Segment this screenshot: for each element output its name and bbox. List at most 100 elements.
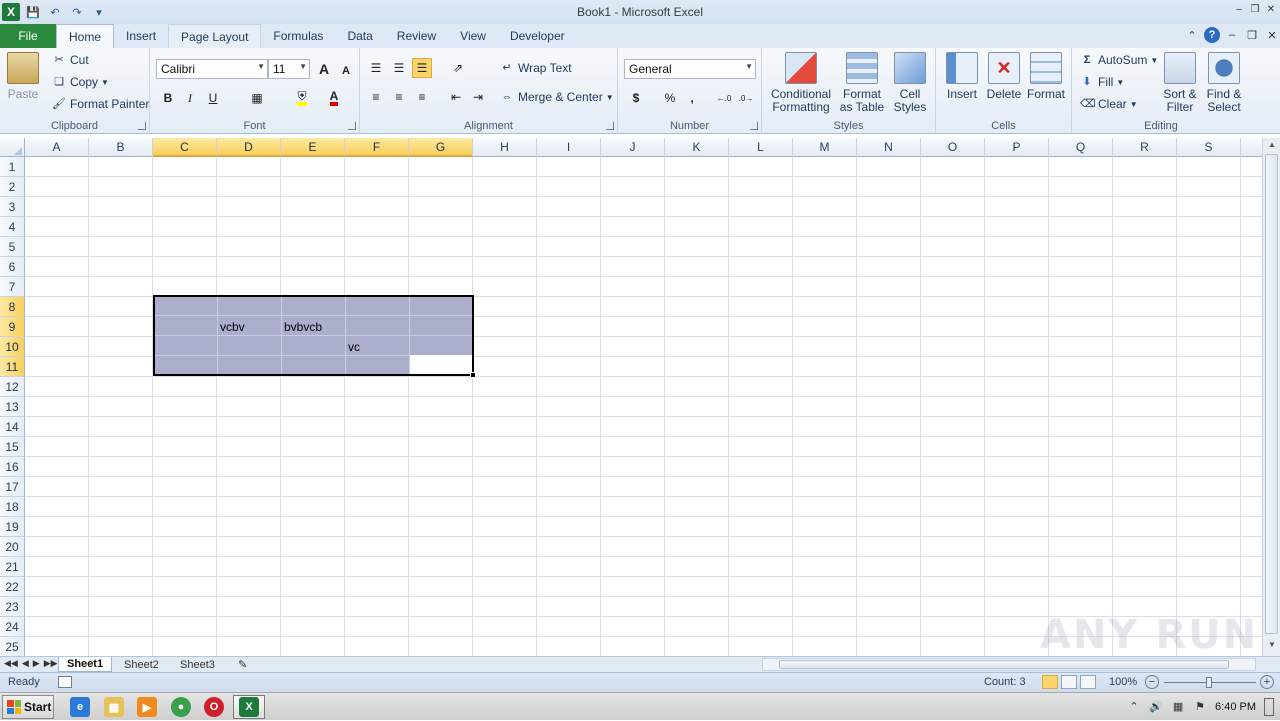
column-header-b[interactable]: B — [89, 138, 153, 157]
fill-button[interactable]: ⬇ Fill ▼ — [1080, 75, 1124, 89]
column-header-h[interactable]: H — [473, 138, 537, 157]
volume-icon[interactable]: 🔊 — [1149, 700, 1163, 714]
insert-sheet-icon[interactable]: ✎ — [230, 657, 255, 672]
column-header-j[interactable]: J — [601, 138, 665, 157]
row-header-1[interactable]: 1 — [0, 157, 25, 177]
align-middle-button[interactable]: ☰ — [389, 58, 409, 78]
chrome-icon[interactable]: ● — [171, 697, 191, 717]
column-header-s[interactable]: S — [1177, 138, 1241, 157]
column-header-k[interactable]: K — [665, 138, 729, 157]
clock-time[interactable]: 6:40 PM — [1215, 701, 1256, 713]
number-format-select[interactable]: General ▼ — [624, 59, 756, 79]
cell-f10[interactable]: vc — [345, 337, 360, 357]
row-header-21[interactable]: 21 — [0, 557, 25, 577]
network-icon[interactable]: ▦ — [1171, 700, 1185, 714]
underline-button[interactable]: U — [203, 88, 223, 108]
bold-button[interactable]: B — [158, 88, 178, 108]
file-explorer-icon[interactable]: ▦ — [104, 697, 124, 717]
normal-view-icon[interactable] — [1042, 675, 1058, 689]
opera-icon[interactable]: O — [204, 697, 224, 717]
tray-expand-icon[interactable]: ⌃ — [1127, 700, 1141, 714]
row-header-11[interactable]: 11 — [0, 357, 25, 377]
decrease-indent-button[interactable]: ⇤ — [446, 87, 466, 107]
column-header-m[interactable]: M — [793, 138, 857, 157]
cut-button[interactable]: ✂ Cut — [52, 53, 88, 67]
internet-explorer-icon[interactable]: e — [70, 697, 90, 717]
shrink-font-button[interactable]: A — [336, 61, 356, 81]
doc-restore-icon[interactable]: ❐ — [1244, 26, 1260, 44]
help-icon[interactable]: ? — [1204, 27, 1220, 43]
vertical-scroll-thumb[interactable] — [1265, 154, 1278, 634]
format-cells-button[interactable]: Format — [1026, 52, 1066, 101]
alignment-launcher-icon[interactable] — [606, 122, 614, 130]
row-header-7[interactable]: 7 — [0, 277, 25, 297]
doc-minimize-icon[interactable]: – — [1224, 26, 1240, 44]
column-header-f[interactable]: F — [345, 138, 409, 157]
row-header-5[interactable]: 5 — [0, 237, 25, 257]
borders-button[interactable]: ▦ — [247, 88, 267, 108]
column-header-o[interactable]: O — [921, 138, 985, 157]
paste-button[interactable]: Paste — [6, 52, 40, 101]
percent-button[interactable]: % — [660, 88, 680, 108]
wrap-text-button[interactable]: ↵ Wrap Text — [500, 61, 571, 75]
clipboard-launcher-icon[interactable] — [138, 122, 146, 130]
page-break-view-icon[interactable] — [1080, 675, 1096, 689]
row-header-17[interactable]: 17 — [0, 477, 25, 497]
decrease-decimal-button[interactable]: .0→ — [736, 88, 756, 108]
row-header-4[interactable]: 4 — [0, 217, 25, 237]
first-sheet-icon[interactable]: ◀◀ — [4, 658, 18, 669]
cell-e9[interactable]: bvbvcb — [281, 317, 322, 337]
scroll-down-icon[interactable]: ▼ — [1266, 640, 1278, 652]
minimize-ribbon-icon[interactable]: ⌃ — [1184, 26, 1200, 44]
vertical-scrollbar[interactable]: ▲ ▼ — [1262, 138, 1280, 656]
tab-insert[interactable]: Insert — [114, 24, 168, 48]
copy-button[interactable]: ❏ Copy ▼ — [52, 75, 109, 89]
customize-qat-icon[interactable]: ▾ — [90, 3, 108, 21]
row-header-15[interactable]: 15 — [0, 437, 25, 457]
restore-icon[interactable]: ❐ — [1248, 0, 1262, 18]
row-header-3[interactable]: 3 — [0, 197, 25, 217]
row-header-12[interactable]: 12 — [0, 377, 25, 397]
last-sheet-icon[interactable]: ▶▶ — [44, 658, 58, 669]
row-header-23[interactable]: 23 — [0, 597, 25, 617]
redo-icon[interactable]: ↷ — [68, 3, 86, 21]
next-sheet-icon[interactable]: ▶ — [33, 658, 40, 669]
row-header-18[interactable]: 18 — [0, 497, 25, 517]
horizontal-scroll-thumb[interactable] — [779, 660, 1229, 669]
tab-page-layout[interactable]: Page Layout — [168, 24, 262, 48]
sheet-tab-sheet3[interactable]: Sheet3 — [172, 657, 223, 672]
align-left-button[interactable]: ≡ — [366, 87, 386, 107]
column-header-i[interactable]: I — [537, 138, 601, 157]
tab-view[interactable]: View — [448, 24, 498, 48]
orientation-button[interactable]: ⇗ — [448, 58, 468, 78]
tab-home[interactable]: Home — [56, 24, 115, 48]
row-header-24[interactable]: 24 — [0, 617, 25, 637]
format-as-table-button[interactable]: Format as Table — [838, 52, 886, 114]
italic-button[interactable]: I — [180, 88, 200, 108]
align-center-button[interactable]: ≡ — [389, 87, 409, 107]
zoom-in-icon[interactable]: + — [1260, 675, 1274, 689]
row-header-8[interactable]: 8 — [0, 297, 25, 317]
font-launcher-icon[interactable] — [348, 122, 356, 130]
font-size-select[interactable]: 11 ▼ — [268, 59, 310, 79]
fill-handle[interactable] — [470, 372, 476, 378]
macro-record-icon[interactable] — [58, 676, 72, 688]
page-layout-view-icon[interactable] — [1061, 675, 1077, 689]
tab-formulas[interactable]: Formulas — [261, 24, 335, 48]
autosum-button[interactable]: Σ AutoSum ▼ — [1080, 53, 1159, 67]
row-header-16[interactable]: 16 — [0, 457, 25, 477]
row-header-6[interactable]: 6 — [0, 257, 25, 277]
excel-taskbar-button[interactable]: X — [233, 695, 265, 719]
sort-filter-button[interactable]: Sort & Filter — [1160, 52, 1200, 114]
row-header-13[interactable]: 13 — [0, 397, 25, 417]
doc-close-icon[interactable]: ✕ — [1264, 26, 1280, 44]
close-icon[interactable]: ✕ — [1264, 0, 1278, 18]
column-header-r[interactable]: R — [1113, 138, 1177, 157]
align-top-button[interactable]: ☰ — [366, 58, 386, 78]
row-header-25[interactable]: 25 — [0, 637, 25, 656]
sheet-tab-sheet1[interactable]: Sheet1 — [58, 657, 113, 672]
delete-cells-button[interactable]: ✕ Delete — [984, 52, 1024, 101]
font-color-button[interactable]: A — [324, 88, 344, 108]
select-all-button[interactable] — [0, 138, 25, 157]
column-header-q[interactable]: Q — [1049, 138, 1113, 157]
